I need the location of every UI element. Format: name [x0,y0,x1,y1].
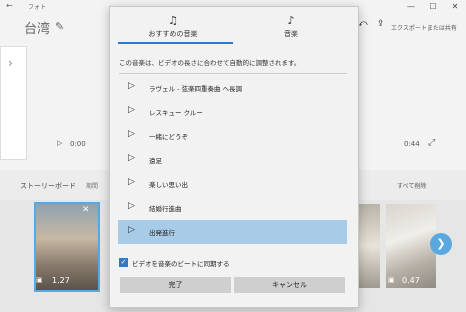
next-arrow-icon[interactable]: ❯ [430,233,452,255]
export-share-button[interactable]: エクスポートまたは共有 [391,23,457,32]
track-label: 楽しい思い出 [149,181,188,189]
track-item[interactable]: ▷ 一緒にどうぞ [118,124,347,148]
play-icon[interactable]: ▷ [128,153,135,163]
share-icon[interactable]: ⇪ [377,19,385,29]
close-window-button[interactable]: ✕ [444,0,466,14]
app-name: フォト [28,4,47,11]
music-note-icon: ♪ [287,14,295,27]
video-preview[interactable] [0,46,27,160]
back-arrow-icon[interactable]: ← [6,1,13,10]
undo-icon[interactable]: ⤺ [358,19,368,29]
music-sparkle-icon: ♫ [168,14,178,27]
track-label: 遠足 [149,157,162,165]
minimize-button[interactable]: — [400,0,422,14]
tab-music[interactable]: ♪ 音楽 [236,14,346,39]
play-icon[interactable]: ▷ [128,81,135,91]
play-icon[interactable]: ▷ [128,201,135,211]
close-icon[interactable]: ✕ [82,205,90,215]
track-label: レスキュー クルー [149,109,203,117]
clip-duration: 1.27 [52,276,70,285]
cancel-button[interactable]: キャンセル [234,277,345,293]
track-item-selected[interactable]: ▷ 出発進行 [118,220,347,244]
tab-recommended-music[interactable]: ♫ おすすめの音楽 [118,14,228,39]
track-label: 出発進行 [149,229,175,237]
image-icon: ▣ [388,276,395,284]
chevron-right-icon[interactable]: › [8,56,13,70]
storyboard-title: ストーリーボード [20,182,76,190]
edit-pencil-icon[interactable]: ✎ [55,20,64,33]
storyboard-duration-label[interactable]: 期間 [86,181,98,190]
track-item[interactable]: ▷ レスキュー クルー [118,100,347,124]
play-icon[interactable]: ▷ [57,139,62,147]
tab-label: 音楽 [284,30,298,38]
dialog-description: この音楽は、ビデオの長さに合わせて自動的に調整されます。 [119,59,301,67]
track-label: ラヴェル - 弦楽四重奏曲 ヘ長調 [149,85,243,93]
play-icon[interactable]: ▷ [128,225,135,235]
play-icon[interactable]: ▷ [128,129,135,139]
project-title: 台湾 [24,22,51,37]
track-label: 結婚行進曲 [149,205,182,213]
track-item[interactable]: ▷ ラヴェル - 弦楽四重奏曲 ヘ長調 [118,76,347,100]
done-button[interactable]: 完了 [120,277,231,293]
track-item[interactable]: ▷ 遠足 [118,148,347,172]
sync-beat-label: ビデオを音楽のビートに同期する [132,260,230,268]
track-item[interactable]: ▷ 結婚行進曲 [118,196,347,220]
clip-duration: 0.47 [402,276,420,285]
track-label: 一緒にどうぞ [149,133,188,141]
image-icon: ▣ [36,276,43,284]
tab-underline [118,42,233,44]
tab-label: おすすめの音楽 [148,30,198,38]
sync-beat-checkbox[interactable]: ✓ [119,258,128,267]
fullscreen-icon[interactable]: ⤢ [428,138,435,148]
divider [119,73,347,74]
storyboard-clip-2[interactable] [356,204,380,288]
time-end: 0:44 [404,140,420,148]
time-start: 0:00 [70,140,86,148]
maximize-button[interactable]: ☐ [422,0,444,14]
play-icon[interactable]: ▷ [128,177,135,187]
track-item[interactable]: ▷ 楽しい思い出 [118,172,347,196]
play-icon[interactable]: ▷ [128,105,135,115]
remove-all-button[interactable]: すべて削除 [397,181,426,190]
